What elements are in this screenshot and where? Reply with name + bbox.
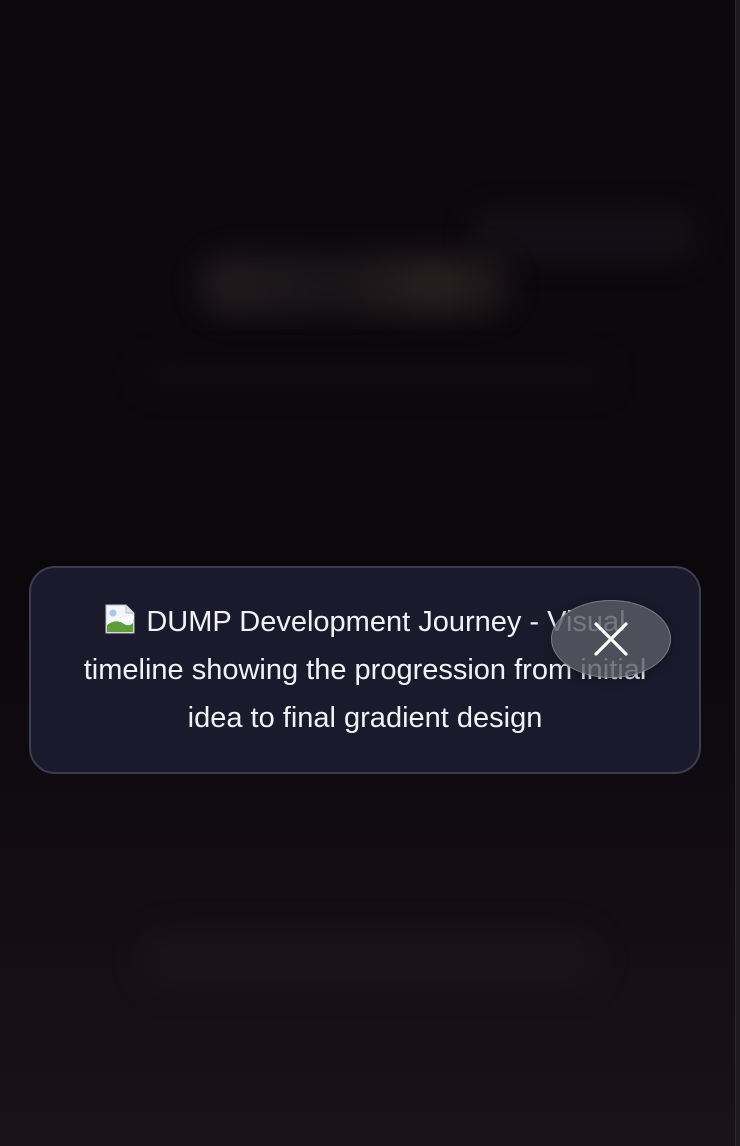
lightbox-overlay[interactable]: DUMP Development Journey - Visual timeli… (0, 0, 740, 1146)
scrollbar[interactable] (735, 0, 740, 1146)
blurred-background-subtitle (140, 360, 610, 390)
close-icon (594, 622, 628, 656)
close-button[interactable] (551, 600, 671, 678)
blurred-background-title (200, 255, 510, 315)
blurred-background-footer (140, 930, 600, 990)
blurred-background-nav (470, 210, 700, 260)
broken-image-icon (104, 602, 136, 634)
